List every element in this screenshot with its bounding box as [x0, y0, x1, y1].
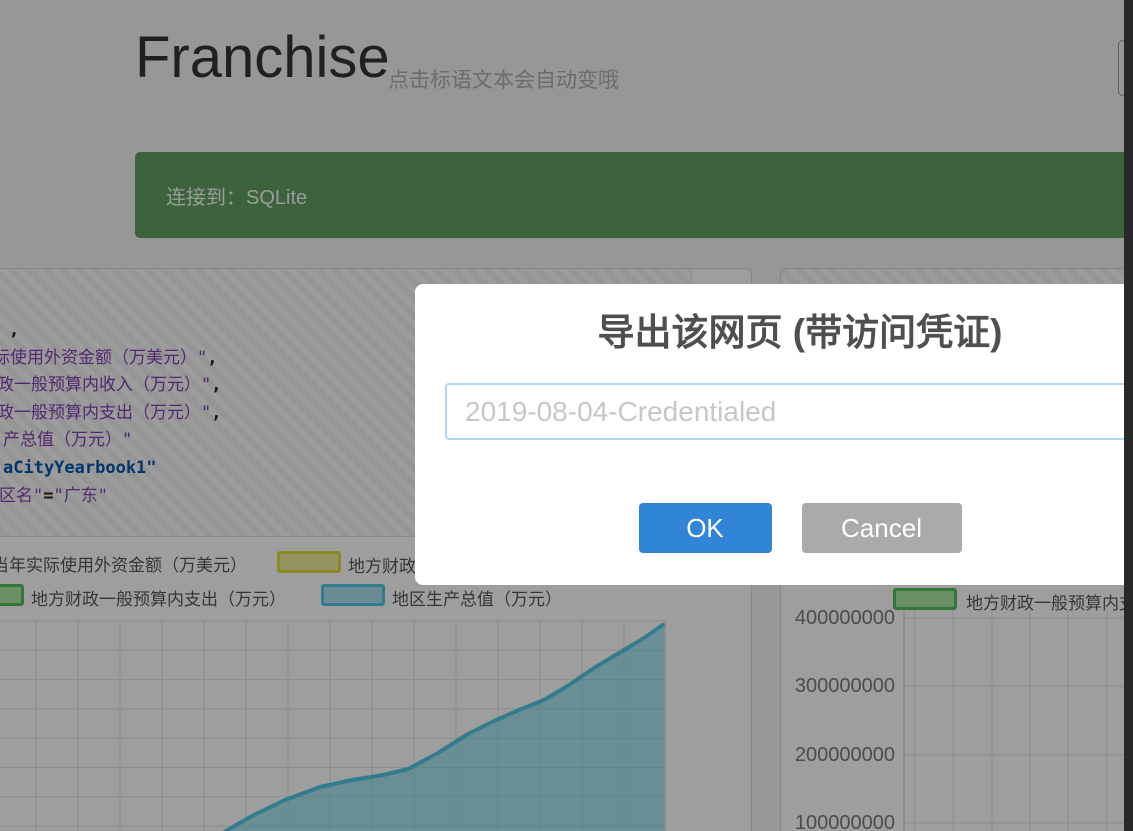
export-filename-input[interactable] [445, 383, 1133, 440]
ok-button[interactable]: OK [638, 503, 772, 553]
export-dialog: 导出该网页 (带访问凭证) OK Cancel [415, 284, 1133, 585]
cancel-button[interactable]: Cancel [801, 503, 962, 553]
scrollbar[interactable] [1124, 0, 1133, 831]
export-dialog-title: 导出该网页 (带访问凭证) [597, 312, 1003, 353]
dialog-button-row: OK Cancel [415, 503, 1133, 553]
app-screen: Franchise 点击标语文本会自动变哦 连接到：SQLite , 际使用外资金… [0, 0, 1133, 831]
